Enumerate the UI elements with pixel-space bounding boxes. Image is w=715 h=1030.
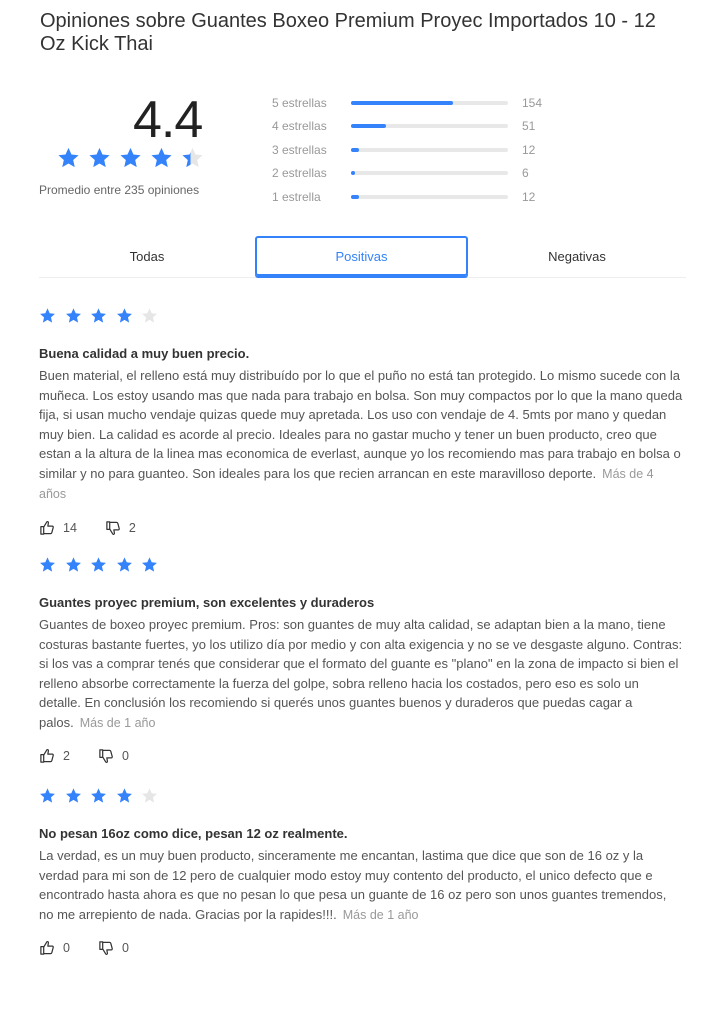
histogram-label: 1 estrella (272, 189, 321, 204)
dislike-count: 2 (128, 520, 136, 535)
review-body: Guantes de boxeo proyec premium. Pros: s… (39, 615, 684, 733)
star-icon (40, 557, 55, 572)
histogram-bar-fill (351, 147, 359, 152)
star-icon (116, 557, 132, 572)
average-stars (57, 146, 212, 169)
star-icon (89, 147, 110, 168)
histogram-count: 12 (522, 142, 536, 157)
tab-positive[interactable]: Positivas (255, 236, 468, 276)
star-icon (65, 557, 81, 572)
histogram-bar (351, 194, 508, 199)
like-button[interactable]: 14 (39, 520, 77, 536)
thumbs-down-icon (98, 748, 114, 764)
histogram-bar (351, 147, 508, 152)
review-title: No pesan 16oz como dice, pesan 12 oz rea… (39, 826, 348, 841)
review-text: Buen material, el relleno está muy distr… (39, 368, 683, 481)
star-icon (142, 557, 157, 572)
review-title: Guantes proyec premium, son excelentes y… (39, 595, 375, 610)
review-body: Buen material, el relleno está muy distr… (39, 366, 684, 505)
review-votes: 0 0 (39, 939, 684, 957)
star-icon (116, 308, 132, 323)
review-votes: 14 2 (39, 519, 684, 537)
dislike-button[interactable]: 0 (98, 940, 129, 956)
like-button[interactable]: 0 (39, 940, 70, 956)
review-stars (39, 787, 684, 805)
histogram-label: 2 estrellas (272, 166, 327, 181)
dislike-count: 0 (121, 941, 129, 955)
average-rating: 4.4 (133, 91, 203, 149)
review-stars (39, 307, 684, 325)
star-icon (65, 788, 81, 803)
review-filter-tabs: Todas Positivas Negativas (39, 236, 686, 278)
review-date: Más de 1 año (342, 907, 419, 922)
histogram-row: 4 estrellas 51 (272, 115, 572, 139)
star-icon (40, 308, 55, 323)
histogram-bar (351, 100, 508, 105)
histogram-label: 5 estrellas (272, 95, 327, 110)
review-item: Guantes proyec premium, son excelentes y… (39, 556, 684, 765)
histogram-count: 154 (522, 95, 543, 110)
like-count: 0 (63, 941, 70, 955)
histogram-label: 3 estrellas (272, 142, 327, 157)
histogram-bar-fill (351, 194, 359, 199)
thumbs-up-icon (39, 520, 55, 536)
dislike-button[interactable]: 0 (98, 748, 129, 764)
star-icon (65, 308, 81, 323)
average-caption: Promedio entre 235 opiniones (39, 183, 200, 197)
histogram-label: 4 estrellas (272, 119, 327, 134)
dislike-button[interactable]: 2 (105, 520, 136, 536)
histogram-count: 51 (522, 119, 536, 134)
star-icon (151, 147, 172, 168)
review-body: La verdad, es un muy buen producto, sinc… (39, 846, 684, 925)
review-item: Buena calidad a muy buen precio. Buen ma… (39, 307, 684, 537)
like-button[interactable]: 2 (39, 748, 70, 764)
like-count: 14 (63, 520, 77, 535)
review-date: Más de 1 año (79, 715, 156, 730)
star-icon (91, 557, 106, 572)
star-icon (120, 147, 141, 168)
histogram-row: 5 estrellas 154 (272, 91, 572, 115)
histogram-count: 6 (522, 166, 529, 181)
dislike-count: 0 (121, 749, 129, 763)
thumbs-up-icon (39, 748, 55, 764)
star-icon (142, 308, 157, 323)
page-title: Opiniones sobre Guantes Boxeo Premium Pr… (40, 10, 656, 55)
star-icon (58, 147, 79, 168)
star-icon (91, 788, 106, 803)
rating-summary: 4.4 Promedio entre 235 opiniones (39, 90, 239, 210)
review-item: No pesan 16oz como dice, pesan 12 oz rea… (39, 787, 684, 957)
histogram-bar (351, 171, 508, 176)
histogram-bar-fill (351, 100, 454, 105)
star-icon (116, 788, 132, 803)
tab-negative[interactable]: Negativas (468, 236, 686, 277)
histogram-bar-fill (351, 171, 355, 176)
star-icon (142, 788, 157, 803)
histogram-row: 3 estrellas 12 (272, 138, 572, 162)
star-icon (91, 308, 106, 323)
rating-histogram: 5 estrellas 154 4 estrellas 51 3 estrellas 12… (272, 91, 572, 209)
histogram-bar (351, 124, 508, 129)
histogram-row: 1 estrella 12 (272, 185, 572, 209)
star-icon (182, 147, 203, 168)
thumbs-up-icon (39, 940, 55, 956)
histogram-bar-fill (351, 124, 386, 129)
thumbs-down-icon (105, 520, 121, 536)
histogram-count: 12 (522, 189, 536, 204)
review-stars (39, 556, 684, 574)
histogram-row: 2 estrellas 6 (272, 162, 572, 186)
review-title: Buena calidad a muy buen precio. (39, 346, 250, 361)
tab-all[interactable]: Todas (39, 236, 255, 277)
like-count: 2 (63, 749, 70, 763)
star-icon (40, 788, 55, 803)
review-votes: 2 0 (39, 747, 684, 765)
review-text: Guantes de boxeo proyec premium. Pros: s… (39, 617, 683, 730)
thumbs-down-icon (98, 940, 114, 956)
